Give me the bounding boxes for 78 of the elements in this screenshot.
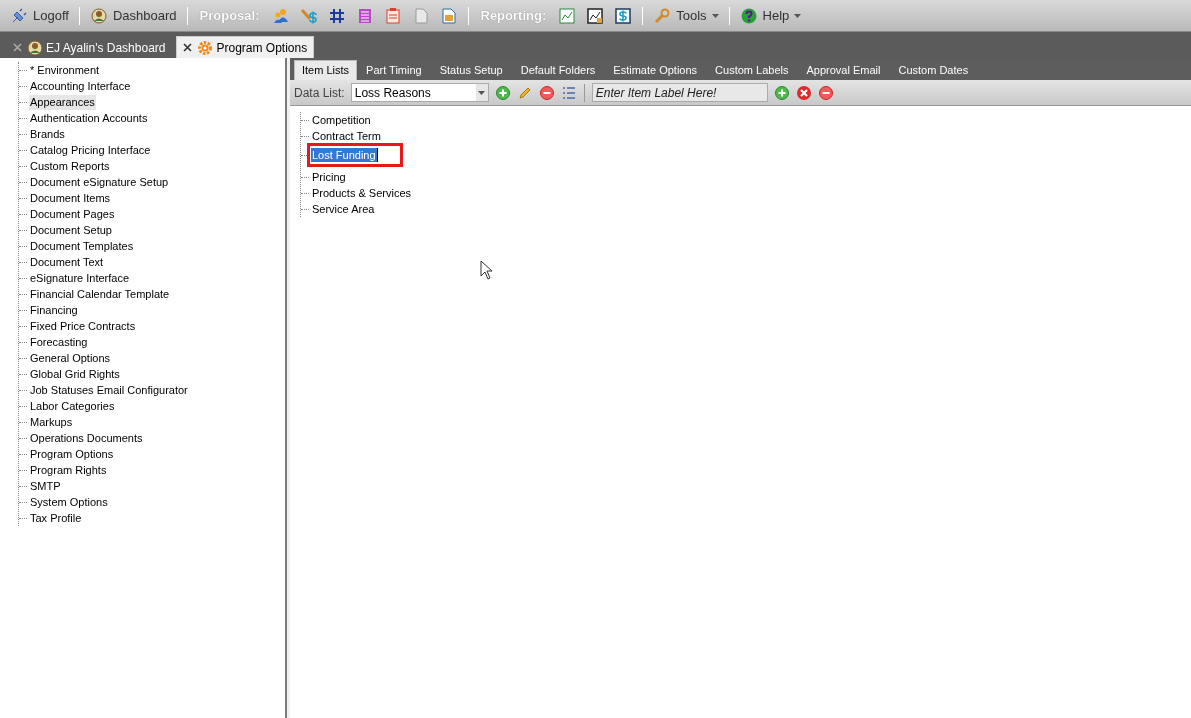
wrench-icon bbox=[653, 6, 672, 25]
delete-button[interactable] bbox=[795, 84, 812, 101]
remove-button[interactable] bbox=[538, 84, 555, 101]
tree-item[interactable]: Document Items bbox=[29, 190, 112, 206]
tab[interactable]: Approval Email bbox=[799, 60, 888, 80]
pencil-dollar-icon[interactable] bbox=[299, 6, 318, 25]
list-item[interactable]: Service Area bbox=[311, 202, 376, 216]
field-label: Data List: bbox=[294, 84, 345, 102]
tree-item[interactable]: Document Setup bbox=[29, 222, 113, 238]
avatar-icon bbox=[89, 6, 108, 25]
add-button[interactable] bbox=[494, 84, 511, 101]
tree-item[interactable]: Document Templates bbox=[29, 238, 135, 254]
tree-item[interactable]: Program Options bbox=[29, 446, 115, 462]
tab[interactable]: Default Folders bbox=[513, 60, 603, 80]
remove-button[interactable] bbox=[817, 84, 834, 101]
item-label-field[interactable]: Enter Item Label Here! bbox=[591, 83, 768, 102]
grid-icon[interactable] bbox=[327, 6, 346, 25]
tree-item[interactable]: Appearances bbox=[29, 94, 96, 110]
tree-item[interactable]: Tax Profile bbox=[29, 510, 83, 526]
tree-item[interactable]: Custom Reports bbox=[29, 158, 111, 174]
tab[interactable]: Estimate Options bbox=[606, 60, 705, 80]
tree-item[interactable]: Fixed Price Contracts bbox=[29, 318, 137, 334]
caret-icon bbox=[478, 90, 486, 95]
tree-item[interactable]: Catalog Pricing Interface bbox=[29, 142, 152, 158]
close-icon bbox=[183, 43, 193, 52]
tree-item[interactable]: General Options bbox=[29, 350, 112, 366]
tree-item[interactable]: Authentication Accounts bbox=[29, 110, 149, 126]
tab[interactable]: Custom Labels bbox=[708, 60, 796, 80]
toolbar-label: Proposal: bbox=[199, 6, 260, 25]
menu-button[interactable]: Tools bbox=[651, 5, 721, 26]
list-item[interactable]: Competition bbox=[311, 113, 372, 127]
tab[interactable]: Status Setup bbox=[432, 60, 510, 80]
avatar-icon bbox=[26, 38, 44, 57]
list-item[interactable]: Products & Services bbox=[311, 186, 413, 200]
caret-icon bbox=[794, 13, 802, 18]
tree-item[interactable]: * Environment bbox=[29, 62, 101, 78]
tree-item[interactable]: Financial Calendar Template bbox=[29, 286, 171, 302]
caret-icon bbox=[711, 13, 719, 18]
line-chart-icon[interactable] bbox=[586, 6, 605, 25]
list-item[interactable]: Contract Term bbox=[311, 129, 382, 143]
toolbar-button[interactable]: Logoff bbox=[8, 5, 71, 26]
document-picture-icon[interactable] bbox=[439, 6, 458, 25]
tree-item[interactable]: Markups bbox=[29, 414, 74, 430]
tree-item[interactable]: Brands bbox=[29, 126, 66, 142]
tree-item[interactable]: Labor Categories bbox=[29, 398, 116, 414]
tab[interactable]: Custom Dates bbox=[891, 60, 976, 80]
toolbar-label: Reporting: bbox=[480, 6, 547, 25]
tree-item[interactable]: Document Text bbox=[29, 254, 105, 270]
tree-item[interactable]: Document eSignature Setup bbox=[29, 174, 170, 190]
close-icon bbox=[13, 43, 22, 52]
tree-item[interactable]: SMTP bbox=[29, 478, 62, 494]
tree-item[interactable]: Job Statuses Email Configurator bbox=[29, 382, 189, 398]
tree-item[interactable]: Accounting Interface bbox=[29, 78, 132, 94]
gear-icon bbox=[196, 38, 215, 57]
document-tab[interactable]: Program Options bbox=[176, 36, 315, 58]
toolbar-button[interactable]: Dashboard bbox=[87, 5, 179, 26]
tab[interactable]: Item Lists bbox=[294, 60, 358, 80]
list-item[interactable]: Pricing bbox=[311, 170, 347, 184]
people-icon[interactable] bbox=[271, 6, 290, 25]
mouse-cursor-icon bbox=[480, 260, 494, 280]
help-icon bbox=[739, 6, 758, 25]
tree-item[interactable]: Financing bbox=[29, 302, 79, 318]
list-item[interactable]: Lost Funding bbox=[311, 148, 378, 162]
dropdown[interactable]: Loss Reasons bbox=[350, 83, 489, 102]
tree-item[interactable]: eSignature Interface bbox=[29, 270, 131, 286]
add-button[interactable] bbox=[773, 84, 790, 101]
tree-item[interactable]: Operations Documents bbox=[29, 430, 144, 446]
tree-item[interactable]: System Options bbox=[29, 494, 109, 510]
menu-button[interactable]: Help bbox=[737, 5, 804, 26]
dollar-icon[interactable] bbox=[614, 6, 633, 25]
list-button[interactable] bbox=[560, 84, 577, 101]
tree-item[interactable]: Document Pages bbox=[29, 206, 116, 222]
tab[interactable]: Part Timing bbox=[359, 60, 429, 80]
tree-item[interactable]: Program Rights bbox=[29, 462, 108, 478]
plug-icon bbox=[10, 6, 28, 25]
clipboard-icon[interactable] bbox=[383, 6, 402, 25]
tree-item[interactable]: Forecasting bbox=[29, 334, 89, 350]
tree-item[interactable]: Global Grid Rights bbox=[29, 366, 121, 382]
